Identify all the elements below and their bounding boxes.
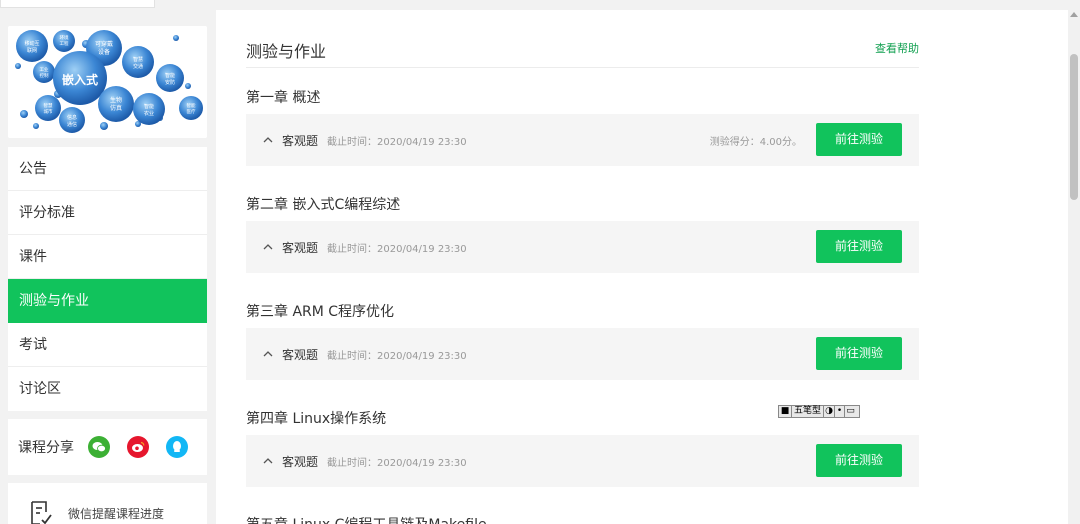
svg-text:仿真: 仿真 xyxy=(110,104,122,112)
content-header: 测验与作业 查看帮助 xyxy=(246,38,919,68)
chapter-title: 第四章 Linux操作系统 xyxy=(246,411,387,427)
browser-top-strip xyxy=(0,0,1080,10)
go-to-quiz-button[interactable]: 前往测验 xyxy=(816,337,902,370)
svg-text:环境: 环境 xyxy=(60,34,69,41)
chapter-title: 第二章 嵌入式C编程综述 xyxy=(246,197,401,213)
weibo-icon[interactable] xyxy=(127,436,149,458)
wechat-icon[interactable] xyxy=(88,436,110,458)
chevron-up-icon[interactable] xyxy=(263,136,273,144)
svg-text:通信: 通信 xyxy=(67,121,77,128)
svg-text:智能: 智能 xyxy=(165,72,175,79)
svg-text:移动互: 移动互 xyxy=(24,40,39,47)
help-link[interactable]: 查看帮助 xyxy=(875,40,919,56)
scroll-thumb[interactable] xyxy=(1070,54,1078,200)
sidebar-item-grading[interactable]: 评分标准 xyxy=(8,191,207,235)
ime-mode: 五笔型 xyxy=(791,406,825,417)
chapter-title: 第五章 Linux C编程工具链及Makefile xyxy=(246,514,487,524)
course-nav: 公告 评分标准 课件 测验与作业 考试 讨论区 xyxy=(8,147,207,411)
svg-text:生物: 生物 xyxy=(110,96,122,104)
chevron-up-icon[interactable] xyxy=(263,350,273,358)
svg-text:智慧: 智慧 xyxy=(133,56,143,63)
quiz-deadline: 截止时间：2020/04/19 23:30 xyxy=(327,137,467,148)
sidebar-item-quizzes[interactable]: 测验与作业 xyxy=(8,279,207,323)
svg-text:安防: 安防 xyxy=(165,79,175,86)
page-scrollbar[interactable] xyxy=(1068,10,1080,524)
scroll-up-arrow-icon[interactable] xyxy=(1070,12,1078,17)
svg-text:可穿戴: 可穿戴 xyxy=(95,40,113,48)
sidebar-item-courseware[interactable]: 课件 xyxy=(8,235,207,279)
svg-text:工业: 工业 xyxy=(40,66,49,73)
main-content: 测验与作业 查看帮助 第一章 概述 客观题 截止时间：2020/04/19 23… xyxy=(216,10,1068,524)
page-title: 测验与作业 xyxy=(246,42,327,61)
course-share: 课程分享 xyxy=(8,419,207,475)
logo-center-text: 嵌入式 xyxy=(62,72,98,87)
share-label: 课程分享 xyxy=(18,440,74,456)
sidebar: 嵌入式 移动互 联网 环境 工程 可穿戴 设备 智慧 交通 工业 控制 智能 安防 生物 仿真… xyxy=(8,26,208,524)
svg-text:城市: 城市 xyxy=(44,108,53,115)
svg-text:智能: 智能 xyxy=(144,103,154,110)
ime-logo-icon: ■ xyxy=(780,406,790,416)
wechat-reminder[interactable]: 微信提醒课程进度 xyxy=(8,483,207,524)
svg-text:工程: 工程 xyxy=(60,40,69,47)
course-logo: 嵌入式 移动互 联网 环境 工程 可穿戴 设备 智慧 交通 工业 控制 智能 安防 生物 仿真… xyxy=(8,26,207,138)
ime-keyboard-icon[interactable]: ▭ xyxy=(844,406,856,417)
checklist-icon xyxy=(31,501,52,524)
quiz-type: 客观题 xyxy=(282,241,319,255)
svg-text:智慧: 智慧 xyxy=(44,102,53,109)
go-to-quiz-button[interactable]: 前往测验 xyxy=(816,444,902,477)
go-to-quiz-button[interactable]: 前往测验 xyxy=(816,230,902,263)
quiz-score: 测验得分：4.00分。 xyxy=(709,137,802,148)
svg-text:联网: 联网 xyxy=(27,47,37,54)
svg-text:信息: 信息 xyxy=(67,114,77,121)
sidebar-item-exam[interactable]: 考试 xyxy=(8,323,207,367)
svg-text:交通: 交通 xyxy=(133,63,143,70)
quiz-deadline: 截止时间：2020/04/19 23:30 xyxy=(327,244,467,255)
ime-halfwidth-icon[interactable]: ◑ xyxy=(824,406,834,417)
svg-text:医疗: 医疗 xyxy=(187,108,196,115)
qq-icon[interactable] xyxy=(166,436,188,458)
quiz-row: 客观题 截止时间：2020/04/19 23:30 前往测验 xyxy=(246,221,919,273)
chapter-title: 第三章 ARM C程序优化 xyxy=(246,304,395,320)
go-to-quiz-button[interactable]: 前往测验 xyxy=(816,123,902,156)
chevron-up-icon[interactable] xyxy=(263,243,273,251)
svg-text:智能: 智能 xyxy=(187,102,196,109)
svg-text:控制: 控制 xyxy=(40,72,49,79)
chapter-title: 第一章 概述 xyxy=(246,90,321,106)
reminder-label: 微信提醒课程进度 xyxy=(68,506,165,521)
sidebar-item-discussion[interactable]: 讨论区 xyxy=(8,367,207,411)
quiz-row: 客观题 截止时间：2020/04/19 23:30 测验得分：4.00分。 前往… xyxy=(246,114,919,166)
quiz-row: 客观题 截止时间：2020/04/19 23:30 前往测验 xyxy=(246,435,919,487)
ime-status-bar[interactable]: ■ 五笔型 ◑ • ▭ xyxy=(778,405,860,418)
quiz-type: 客观题 xyxy=(282,134,319,148)
svg-text:农业: 农业 xyxy=(144,110,154,117)
quiz-type: 客观题 xyxy=(282,455,319,469)
quiz-deadline: 截止时间：2020/04/19 23:30 xyxy=(327,351,467,362)
quiz-type: 客观题 xyxy=(282,348,319,362)
ime-punctuation-icon[interactable]: • xyxy=(834,406,844,417)
svg-text:设备: 设备 xyxy=(98,48,110,56)
sidebar-item-announcements[interactable]: 公告 xyxy=(8,147,207,191)
chevron-up-icon[interactable] xyxy=(263,457,273,465)
quiz-row: 客观题 截止时间：2020/04/19 23:30 前往测验 xyxy=(246,328,919,380)
quiz-deadline: 截止时间：2020/04/19 23:30 xyxy=(327,458,467,469)
top-tab-edge xyxy=(0,0,155,8)
